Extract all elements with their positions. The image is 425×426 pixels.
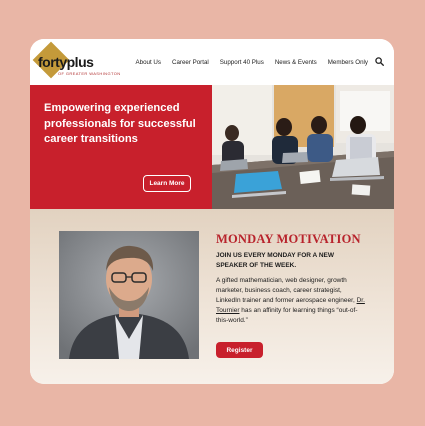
hero-section: Empowering experienced professionals for…: [30, 85, 394, 209]
search-icon[interactable]: [375, 57, 384, 66]
section-title: MONDAY MOTIVATION: [216, 232, 361, 246]
monday-motivation-section: MONDAY MOTIVATION JOIN US EVERY MONDAY F…: [30, 209, 394, 384]
speaker-portrait: [59, 231, 199, 359]
speaker-portrait-illustration: [59, 231, 199, 359]
page-card: fortyplus OF GREATER WASHINGTON About Us…: [30, 39, 394, 384]
nav-item-career-portal[interactable]: Career Portal: [172, 59, 209, 66]
hero-headline: Empowering experienced professionals for…: [44, 102, 196, 145]
register-button[interactable]: Register: [216, 342, 263, 358]
speaker-bio: A gifted mathematician, web designer, gr…: [216, 276, 366, 326]
hero-panel: Empowering experienced professionals for…: [30, 85, 212, 209]
site-logo[interactable]: fortyplus OF GREATER WASHINGTON: [32, 41, 120, 81]
speaker-bio-text: A gifted mathematician, web designer, gr…: [216, 277, 357, 304]
logo-wordmark-plus: plus: [66, 54, 94, 70]
section-subtitle: JOIN US EVERY MONDAY FOR A NEW SPEAKER O…: [216, 252, 334, 269]
logo-wordmark-forty: forty: [38, 54, 67, 70]
learn-more-button[interactable]: Learn More: [143, 175, 191, 192]
meeting-photo-illustration: [212, 85, 394, 209]
logo-wordmark: fortyplus: [38, 54, 94, 70]
nav-item-members-only[interactable]: Members Only: [328, 59, 368, 66]
nav-item-news-events[interactable]: News & Events: [275, 59, 317, 66]
nav-item-support-40-plus[interactable]: Support 40 Plus: [220, 59, 264, 66]
logo-subtitle: OF GREATER WASHINGTON: [58, 71, 121, 76]
top-navigation: fortyplus OF GREATER WASHINGTON About Us…: [30, 39, 394, 85]
nav-links: About Us Career Portal Support 40 Plus N…: [136, 39, 368, 85]
hero-meeting-photo: [212, 85, 394, 209]
nav-item-about-us[interactable]: About Us: [136, 59, 161, 66]
